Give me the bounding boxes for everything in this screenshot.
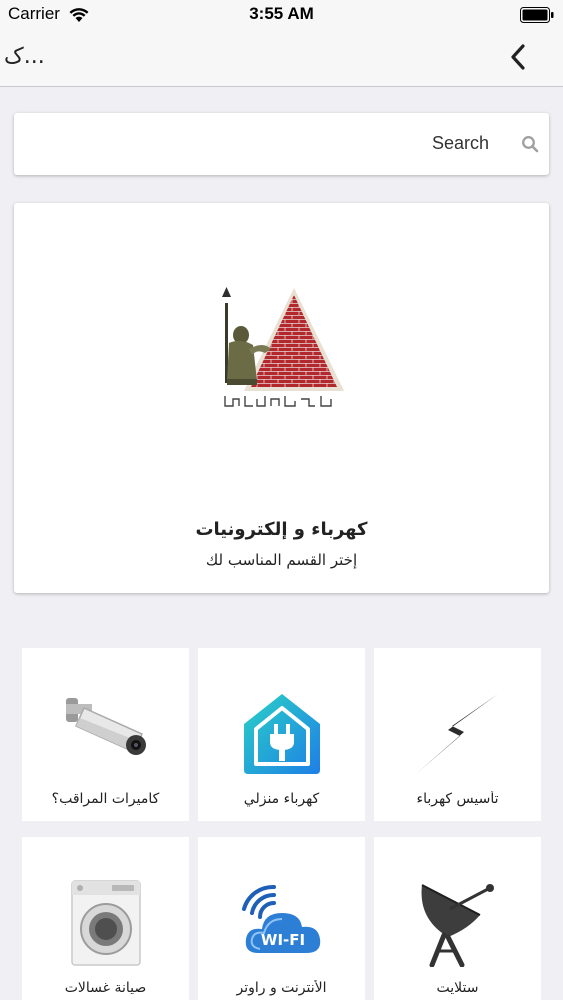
security-camera-icon [66,698,146,755]
wifi-cloud-icon: WI-FI [242,884,321,953]
category-label: تأسيس كهرباء [416,791,499,807]
washing-machine-icon [71,880,141,966]
category-tile-home-electric[interactable]: كهرباء منزلي [198,648,365,821]
category-tile-satellite[interactable]: ستلايت [374,837,541,1000]
svg-text:WI-FI: WI-FI [261,931,305,949]
category-label: ستلايت [436,980,479,996]
category-subtitle: إختر القسم المناسب لك [205,551,358,569]
category-title: كهرباء و إلكترونيات [195,519,368,540]
nav-title: ک... [4,44,45,69]
battery-icon [520,7,554,23]
category-tile-wiring[interactable]: تأسيس كهرباء [374,648,541,821]
category-label: الأنترنت و راوتر [236,980,327,996]
navigation-bar: ک... [0,30,563,87]
search-icon[interactable] [521,135,539,153]
chevron-left-icon[interactable] [507,42,529,72]
status-bar: Carrier 3:55 AM [0,0,563,30]
search-bar [14,113,549,175]
status-time: 3:55 AM [249,4,314,23]
pyramid-logo [221,287,344,409]
category-tile-cameras[interactable]: كاميرات المراقب؟ [22,648,189,821]
lightning-bolt-icon [416,694,498,774]
category-header-card: كهرباء و إلكترونيات إختر القسم المناسب ل… [14,203,549,593]
category-label: كهرباء منزلي [243,791,320,807]
satellite-dish-icon [421,884,494,967]
category-label: صيانة غسالات [64,980,147,996]
home-plug-icon [244,694,320,774]
category-tile-internet-router[interactable]: WI-FI الأنترنت و راوتر [198,837,365,1000]
category-tile-washing-machines[interactable]: صيانة غسالات [22,837,189,1000]
search-input[interactable] [24,125,489,161]
category-label: كاميرات المراقب؟ [51,791,160,807]
